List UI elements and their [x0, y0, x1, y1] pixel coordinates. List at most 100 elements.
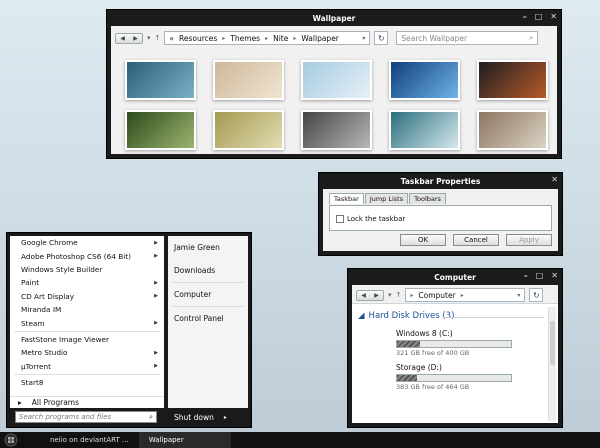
computer-window: Computer – □ ✕ ◀ ▶ ▾ ↑ ▸ Computer ▸ ▾ ↻ … [347, 268, 563, 428]
wallpaper-thumbnail[interactable] [213, 110, 284, 150]
address-bar[interactable]: « Resources ▸ Themes ▸ Nite ▸ Wallpaper … [164, 31, 371, 45]
maximize-icon[interactable]: □ [535, 12, 543, 21]
wallpaper-thumbnail[interactable] [477, 110, 548, 150]
close-icon[interactable]: ✕ [550, 12, 557, 21]
program-label: Metro Studio [21, 348, 68, 358]
crumb-separator-icon[interactable]: ▸ [222, 35, 225, 42]
crumb-separator-icon[interactable]: ▸ [410, 292, 413, 299]
collapse-icon[interactable]: ◢ [358, 311, 365, 321]
up-icon[interactable]: ↑ [396, 291, 402, 299]
program-item[interactable]: FastStone Image Viewer [10, 333, 164, 346]
link-control-panel[interactable]: Control Panel [168, 307, 248, 330]
scrollbar-thumb[interactable] [550, 321, 555, 365]
program-item[interactable]: Google Chrome ▶ [10, 236, 164, 249]
program-item[interactable]: Steam ▶ [10, 316, 164, 329]
search-icon[interactable]: ⌕ [529, 33, 533, 43]
back-icon[interactable]: ◀ [361, 292, 366, 299]
program-item[interactable]: Metro Studio ▶ [10, 346, 164, 359]
taskbar-item-deviantart[interactable]: neiio on deviantART ... [40, 432, 139, 448]
address-bar[interactable]: ▸ Computer ▸ ▾ [405, 288, 526, 302]
address-dropdown-icon[interactable]: ▾ [362, 35, 365, 42]
search-icon[interactable]: ⌕ [149, 413, 153, 422]
forward-icon[interactable]: ▶ [374, 292, 379, 299]
wallpaper-titlebar[interactable]: Wallpaper – □ ✕ [107, 10, 561, 26]
forward-icon[interactable]: ▶ [133, 35, 138, 42]
caption-buttons: ✕ [551, 175, 558, 184]
back-forward-buttons[interactable]: ◀ ▶ [115, 32, 143, 44]
crumb-nite[interactable]: Nite [273, 34, 288, 43]
wallpaper-thumbnail[interactable] [389, 60, 460, 100]
tab-toolbars[interactable]: Toolbars [409, 193, 446, 204]
program-item[interactable]: CD Art Display ▶ [10, 290, 164, 303]
crumb-computer[interactable]: Computer [418, 291, 455, 300]
submenu-arrow-icon: ▶ [154, 279, 158, 286]
program-item[interactable]: Windows Style Builder [10, 263, 164, 276]
window-title: Wallpaper [312, 13, 356, 23]
ok-button[interactable]: OK [400, 234, 446, 246]
crumb-wallpaper[interactable]: Wallpaper [301, 34, 339, 43]
refresh-icon[interactable]: ↻ [529, 288, 544, 302]
tab-jump-lists[interactable]: Jump Lists [364, 193, 409, 204]
crumb-resources[interactable]: Resources [179, 34, 217, 43]
wallpaper-thumbnail[interactable] [125, 60, 196, 100]
crumb-separator-icon[interactable]: ▸ [265, 35, 268, 42]
link-computer[interactable]: Computer [168, 283, 248, 306]
drive-usage-bar [396, 340, 512, 348]
start-orb-icon[interactable] [4, 433, 18, 447]
lock-taskbar-checkbox[interactable]: Lock the taskbar [336, 215, 405, 223]
program-item[interactable]: Paint ▶ [10, 276, 164, 289]
all-programs-button[interactable]: ▸ All Programs [10, 396, 164, 408]
wallpaper-thumbnail[interactable] [389, 110, 460, 150]
shutdown-label: Shut down [174, 412, 214, 422]
up-icon[interactable]: ↑ [155, 34, 161, 42]
wallpaper-thumbnail[interactable] [477, 60, 548, 100]
apply-button[interactable]: Apply [506, 234, 552, 246]
taskbar-item-wallpaper[interactable]: Wallpaper [138, 432, 231, 448]
drive-name: Storage (D:) [396, 363, 442, 372]
cancel-button[interactable]: Cancel [453, 234, 499, 246]
close-icon[interactable]: ✕ [551, 271, 558, 280]
program-item[interactable]: Start8 [10, 376, 164, 389]
minimize-icon[interactable]: – [524, 271, 528, 280]
thumbnail-grid [125, 60, 548, 150]
link-user[interactable]: Jamie Green [168, 236, 248, 259]
drive-c[interactable]: Windows 8 (C:) 321 GB free of 400 GB [396, 329, 516, 357]
maximize-icon[interactable]: □ [536, 271, 544, 280]
taskbar-properties-titlebar[interactable]: Taskbar Properties ✕ [319, 173, 562, 189]
program-item[interactable]: Adobe Photoshop CS6 (64 Bit) ▶ [10, 249, 164, 262]
computer-titlebar[interactable]: Computer – □ ✕ [348, 269, 562, 285]
overflow-icon[interactable]: « [169, 34, 174, 43]
link-downloads[interactable]: Downloads [168, 259, 248, 282]
crumb-themes[interactable]: Themes [230, 34, 260, 43]
wallpaper-thumbnail[interactable] [301, 60, 372, 100]
wallpaper-thumbnail[interactable] [301, 110, 372, 150]
history-dropdown-icon[interactable]: ▾ [147, 34, 151, 42]
wallpaper-thumbnail[interactable] [125, 110, 196, 150]
program-label: Paint [21, 278, 40, 288]
wallpaper-thumbnail[interactable] [213, 60, 284, 100]
checkbox-box[interactable] [336, 215, 344, 223]
history-dropdown-icon[interactable]: ▾ [388, 291, 392, 299]
program-label: Adobe Photoshop CS6 (64 Bit) [21, 251, 131, 261]
search-input[interactable]: Search Wallpaper ⌕ [396, 31, 539, 45]
back-icon[interactable]: ◀ [120, 35, 125, 42]
vertical-scrollbar[interactable] [548, 307, 556, 421]
drive-d[interactable]: Storage (D:) 383 GB free of 464 GB [396, 363, 516, 391]
shutdown-options-icon[interactable]: ▸ [224, 414, 227, 421]
close-icon[interactable]: ✕ [551, 175, 558, 184]
refresh-icon[interactable]: ↻ [374, 31, 389, 45]
drive-group-header[interactable]: ◢ Hard Disk Drives (3) [358, 311, 454, 321]
crumb-separator-icon[interactable]: ▸ [293, 35, 296, 42]
drive-free-space: 383 GB free of 464 GB [396, 383, 470, 391]
program-item[interactable]: Miranda IM [10, 303, 164, 316]
program-item[interactable]: µTorrent ▶ [10, 360, 164, 373]
crumb-separator-icon[interactable]: ▸ [461, 292, 464, 299]
minimize-icon[interactable]: – [523, 12, 527, 21]
tab-taskbar[interactable]: Taskbar [329, 193, 364, 204]
back-forward-buttons[interactable]: ◀ ▶ [356, 289, 384, 301]
shutdown-button[interactable]: Shut down ▸ [168, 410, 228, 424]
drive-free-space: 321 GB free of 400 GB [396, 349, 470, 357]
start-search-input[interactable]: Search programs and files ⌕ [15, 411, 157, 423]
window-title: Taskbar Properties [400, 176, 481, 186]
address-dropdown-icon[interactable]: ▾ [517, 292, 520, 299]
